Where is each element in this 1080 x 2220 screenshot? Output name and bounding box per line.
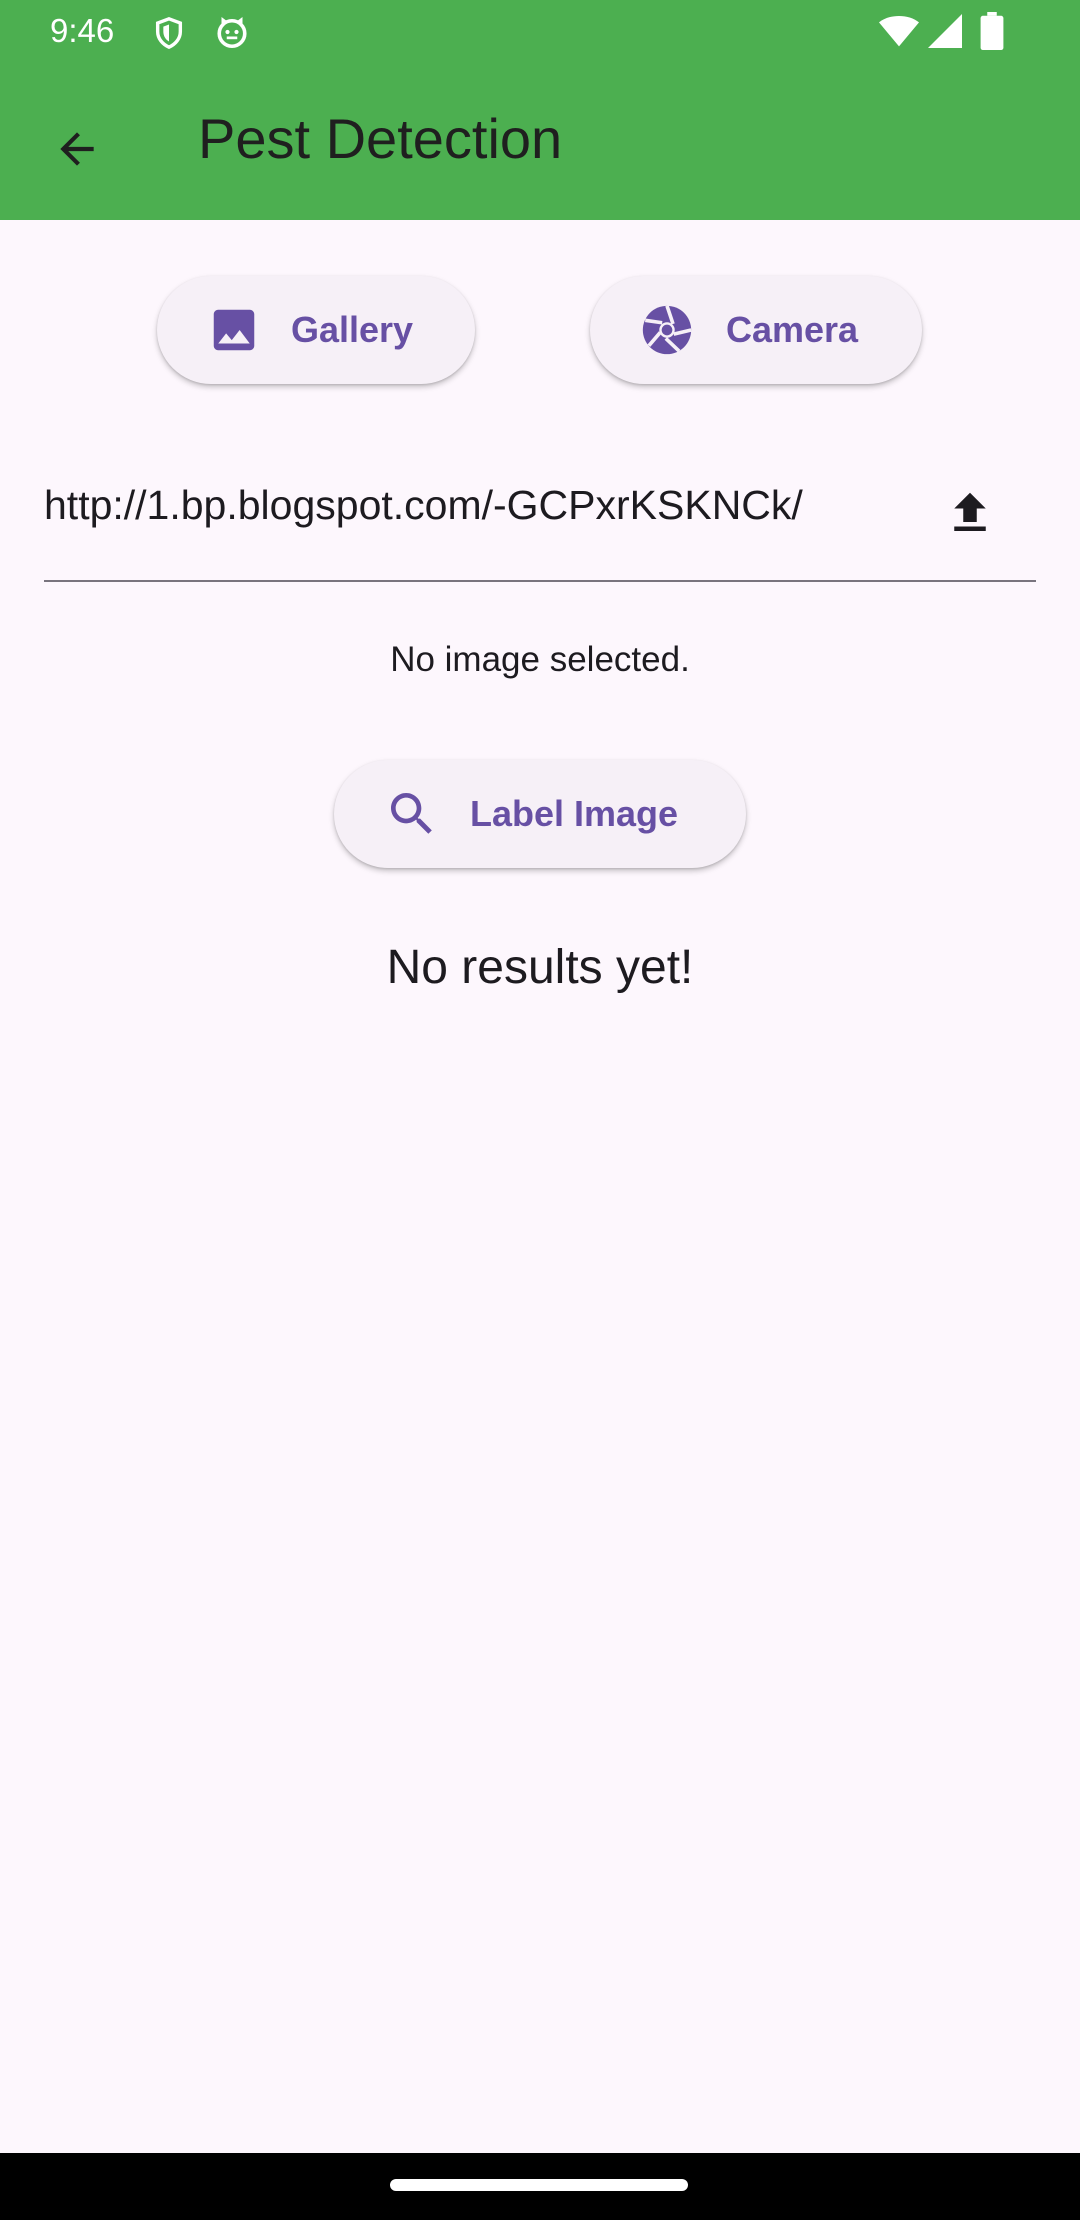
no-image-message: No image selected. (390, 640, 690, 679)
battery-icon (980, 12, 1004, 50)
arrow-left-icon (60, 132, 94, 166)
status-time: 9:46 (50, 12, 115, 49)
status-bar: 9:46 (0, 0, 1080, 66)
gallery-button[interactable]: Gallery (157, 276, 475, 384)
upload-button[interactable] (935, 478, 1005, 548)
url-input-underline (44, 580, 1036, 582)
search-icon (384, 786, 440, 842)
results-message: No results yet! (386, 941, 694, 994)
label-image-button[interactable]: Label Image (334, 760, 746, 868)
label-image-button-label: Label Image (470, 793, 679, 834)
camera-button-label: Camera (726, 309, 859, 350)
camera-button[interactable]: Camera (590, 276, 922, 384)
page-title: Pest Detection (198, 107, 563, 170)
cat-face-icon (217, 17, 247, 49)
app-bar: Pest Detection (0, 66, 1080, 220)
upload-icon (954, 492, 986, 531)
shield-icon (155, 17, 183, 50)
image-icon (207, 303, 261, 357)
back-button[interactable] (40, 112, 114, 186)
wifi-icon (879, 16, 919, 47)
signal-icon (928, 14, 962, 48)
home-gesture-handle[interactable] (390, 2179, 688, 2191)
gallery-button-label: Gallery (291, 309, 414, 350)
url-input[interactable]: http://1.bp.blogspot.com/-GCPxrKSKNCk/ (44, 470, 904, 540)
system-navigation-bar (0, 2153, 1080, 2220)
camera-shutter-icon (638, 301, 696, 359)
